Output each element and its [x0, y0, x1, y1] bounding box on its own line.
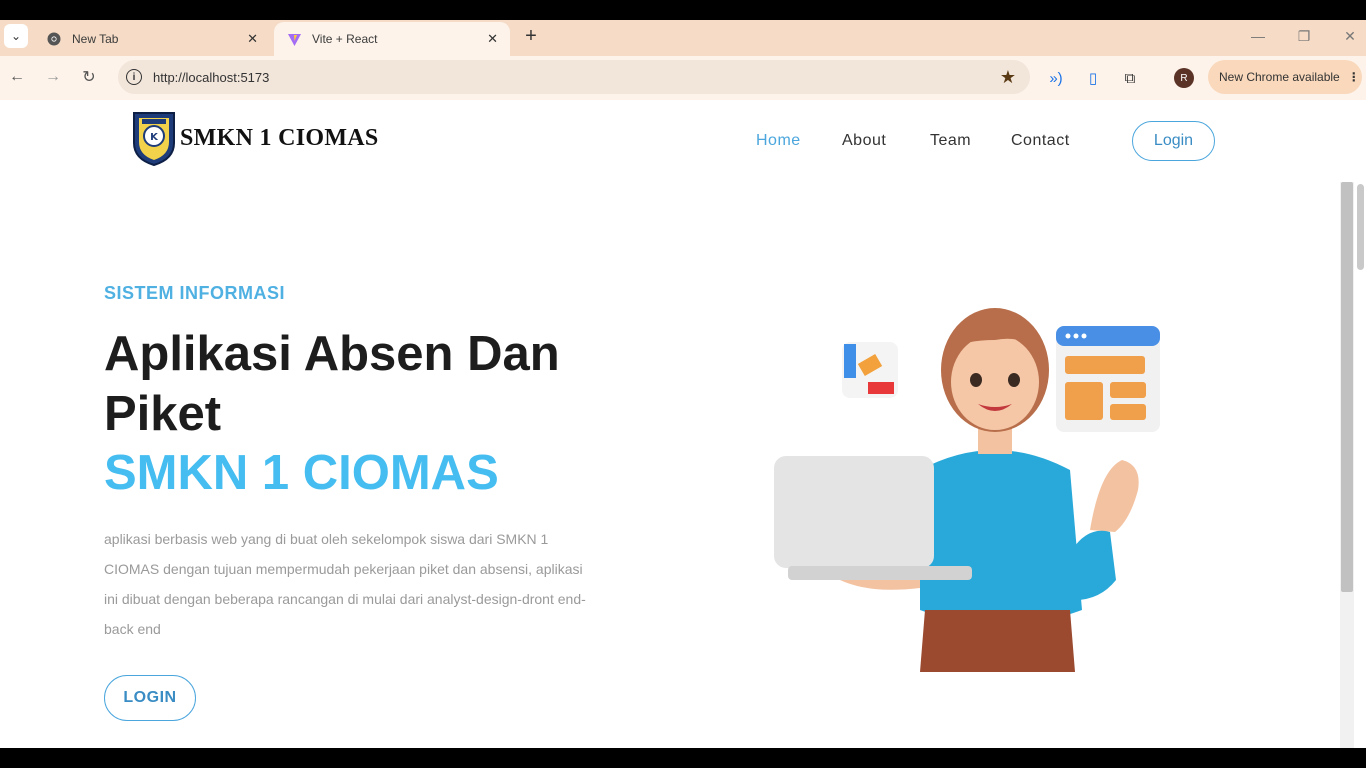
nav-link-about[interactable]: About — [842, 132, 886, 150]
hero-illustration — [774, 308, 1160, 672]
laptop-icon — [774, 456, 934, 568]
close-icon[interactable]: ✕ — [247, 31, 258, 47]
hero-login-button[interactable]: LOGIN — [104, 675, 196, 721]
hero-eyebrow: SISTEM INFORMASI — [104, 283, 286, 303]
figure-hand — [1090, 460, 1139, 532]
restore-icon[interactable]: ❐ — [1289, 24, 1319, 48]
site-navbar: K SMKN 1 CIOMAS Home About Team Contact … — [0, 100, 1366, 182]
nav-link-team[interactable]: Team — [930, 132, 971, 150]
figure-skirt — [920, 610, 1075, 672]
hero-description: aplikasi berbasis web yang di buat oleh … — [104, 531, 586, 637]
extensions-puzzle-icon[interactable]: ⧉ — [1118, 66, 1142, 90]
nav-link-contact[interactable]: Contact — [1011, 132, 1070, 150]
update-chrome-button[interactable]: New Chrome available ⋮ — [1208, 60, 1362, 94]
bookmark-star-icon[interactable]: ★ — [1000, 67, 1016, 88]
site-info-icon[interactable]: i — [126, 69, 142, 85]
update-label: New Chrome available — [1219, 70, 1340, 84]
close-icon[interactable]: ✕ — [487, 31, 498, 47]
screen-frame: ⌄ New Tab ✕ Vite + React ✕ + — ❐ ✕ ← → ↻… — [0, 0, 1366, 768]
browser-toolbar: ← → ↻ i http://localhost:5173 ★ ») ▯ ⧉ R… — [0, 56, 1366, 100]
browser-scrollbar-thumb[interactable] — [1357, 184, 1364, 270]
clipboard-icon[interactable]: ▯ — [1081, 66, 1105, 90]
tab-title: New Tab — [72, 32, 119, 46]
back-arrow-icon[interactable]: ← — [4, 64, 30, 90]
browser-chrome: ⌄ New Tab ✕ Vite + React ✕ + — ❐ ✕ ← → ↻… — [0, 20, 1366, 100]
hero-headline: Aplikasi Absen Dan Piket — [104, 327, 560, 441]
figure-body — [920, 450, 1082, 625]
reload-icon[interactable]: ↻ — [76, 64, 102, 90]
address-bar[interactable]: i http://localhost:5173 ★ — [118, 60, 1030, 94]
more-menu-icon[interactable]: ⋮ — [1348, 70, 1360, 84]
nav-login-button[interactable]: Login — [1132, 121, 1215, 161]
tab-search-chevron-icon[interactable]: ⌄ — [4, 24, 28, 48]
new-tab-plus-icon[interactable]: + — [520, 24, 542, 48]
page-scrollbar-thumb[interactable] — [1341, 182, 1353, 592]
chrome-icon — [46, 31, 62, 47]
vite-icon — [286, 31, 302, 47]
window-close-icon[interactable]: ✕ — [1335, 24, 1365, 48]
profile-avatar[interactable]: R — [1174, 68, 1194, 88]
hero-section: SISTEM INFORMASI Aplikasi Absen Dan Pike… — [0, 182, 1340, 748]
nav-link-home[interactable]: Home — [756, 132, 801, 150]
forward-arrow-icon[interactable]: → — [40, 64, 66, 90]
cast-read-aloud-icon[interactable]: ») — [1044, 66, 1068, 90]
tab-vite-react[interactable]: Vite + React ✕ — [274, 22, 510, 56]
window-card-icon — [1056, 326, 1160, 432]
tab-new-tab[interactable]: New Tab ✕ — [34, 22, 270, 56]
tab-strip: ⌄ New Tab ✕ Vite + React ✕ + — ❐ ✕ — [0, 20, 1366, 56]
url-text[interactable]: http://localhost:5173 — [153, 70, 1000, 85]
figure-face — [951, 334, 1039, 430]
hero-headline-accent: SMKN 1 CIOMAS — [104, 446, 499, 500]
page-viewport: K SMKN 1 CIOMAS Home About Team Contact … — [0, 100, 1366, 748]
tab-title: Vite + React — [312, 32, 378, 46]
minimize-icon[interactable]: — — [1243, 24, 1273, 48]
color-swatch-icon — [842, 342, 898, 398]
